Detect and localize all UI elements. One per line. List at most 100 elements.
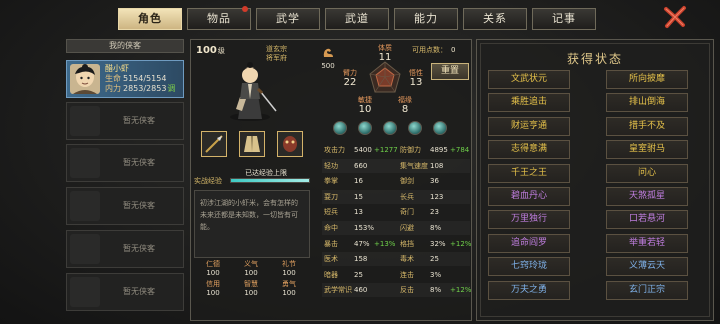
state-badge[interactable]: 乘胜追击 [488, 93, 570, 113]
state-badge[interactable]: 义薄云天 [606, 257, 688, 277]
stat-value: 4895 [430, 146, 448, 154]
character-level: 100级 [196, 45, 225, 56]
stat-value: 460 [354, 286, 368, 295]
attr-strength: 臂力 22 [343, 69, 357, 88]
state-badge[interactable]: 文武状元 [488, 70, 570, 89]
gem-socket-2[interactable] [358, 121, 372, 135]
empty-avatar [70, 234, 100, 264]
stat-value: 123 [430, 192, 444, 201]
attr-agility: 敏捷 10 [358, 96, 372, 115]
stat-row: 医术 158 毒术 25 [322, 252, 470, 267]
virtue-4: 智慧 100 [244, 280, 258, 297]
stat-label: 攻击力 [324, 146, 345, 154]
tab-1[interactable]: 物品 [187, 6, 251, 30]
stat-label: 长兵 [400, 192, 414, 201]
stat-row: 拳掌 16 御剑 36 [322, 174, 470, 188]
virtue-2: 礼节 100 [282, 260, 296, 277]
close-icon[interactable] [663, 5, 687, 29]
stat-row: 暴击 47% +13% 格挡 32% +12% [322, 237, 472, 251]
stat-value: 108 [430, 161, 444, 170]
stat-value: 16 [354, 177, 363, 186]
state-badge[interactable]: 排山倒海 [606, 93, 688, 113]
stat-value: 15 [354, 192, 363, 201]
stat-bonus: +13% [374, 239, 396, 248]
tab-0[interactable]: 角色 [118, 8, 182, 30]
stat-value: 8% [430, 286, 442, 295]
tab-6[interactable]: 记事 [532, 8, 596, 30]
stat-label: 医术 [324, 255, 338, 264]
tab-3[interactable]: 武道 [325, 8, 389, 30]
mask-icon [283, 136, 297, 152]
tab-5[interactable]: 关系 [463, 8, 527, 30]
stat-row: 暗器 25 连击 3% [322, 268, 470, 282]
robe-icon [244, 136, 260, 152]
hero-slot-empty[interactable]: 暂无侠客 [66, 230, 184, 268]
attr-comprehension: 悟性 13 [409, 69, 423, 88]
accessory-slot[interactable] [277, 131, 303, 157]
stat-bonus: +12% [450, 239, 472, 248]
character-screen: 角色 物品 武学 武道 能力 关系 记事 我的侠客 醋小虾 生命 5154/5154 内力 28… [0, 0, 720, 324]
stat-row: 轻功 660 集气速度 108 [322, 158, 470, 173]
hero-slot-empty[interactable]: 暂无侠客 [66, 144, 184, 182]
state-badge[interactable]: 碧血丹心 [488, 187, 570, 206]
exp-max-label: 已达经验上限 [245, 169, 287, 177]
attr-fortune: 福缘 8 [398, 96, 412, 115]
gem-socket-4[interactable] [408, 121, 422, 135]
gem-socket-3[interactable] [383, 121, 397, 135]
state-badge[interactable]: 志得意满 [488, 140, 570, 160]
state-badge[interactable]: 财运亨通 [488, 116, 570, 136]
stat-label: 拳掌 [324, 177, 338, 186]
weapon-slot[interactable] [201, 131, 227, 157]
stat-label: 耍刀 [324, 192, 338, 201]
state-badge[interactable]: 口若悬河 [606, 210, 688, 230]
exp-label: 实战经验 [194, 177, 222, 185]
stat-label: 短兵 [324, 208, 338, 217]
my-heroes-header: 我的侠客 [66, 39, 184, 53]
state-badge[interactable]: 所向披靡 [606, 70, 688, 89]
stat-value: 36 [430, 177, 439, 186]
state-badge[interactable]: 玄门正宗 [606, 280, 688, 300]
state-badge[interactable]: 追命阎罗 [488, 233, 570, 253]
state-badge[interactable]: 天煞孤星 [606, 187, 688, 206]
states-title: 获得状态 [566, 52, 623, 66]
state-badge[interactable]: 措手不及 [606, 116, 688, 136]
state-badge[interactable]: 万里独行 [488, 210, 570, 230]
empty-avatar [70, 191, 100, 221]
empty-slot-label: 暂无侠客 [123, 158, 155, 167]
state-badge[interactable]: 七窍玲珑 [488, 257, 570, 277]
empty-slot-label: 暂无侠客 [123, 201, 155, 210]
state-badge[interactable]: 问心 [606, 163, 688, 183]
state-badge[interactable]: 皇室驸马 [606, 140, 688, 160]
stat-label: 毒术 [400, 255, 414, 264]
state-badge[interactable]: 千王之王 [488, 163, 570, 183]
stat-bonus: +12% [450, 286, 472, 295]
empty-avatar [70, 106, 100, 136]
virtue-1: 义气 100 [244, 260, 258, 277]
hero-slot-empty[interactable]: 暂无侠客 [66, 273, 184, 311]
state-badge[interactable]: 举重若轻 [606, 233, 688, 253]
state-badge[interactable]: 万夫之勇 [488, 280, 570, 300]
armor-slot[interactable] [239, 131, 265, 157]
tab-4[interactable]: 能力 [394, 8, 458, 30]
stat-value: 13 [354, 208, 363, 217]
stat-value: 153% [354, 224, 375, 232]
character-portrait [230, 62, 277, 121]
stat-value: 5400 [354, 146, 372, 154]
stat-label: 集气速度 [400, 161, 428, 170]
stat-value: 32% [430, 239, 446, 248]
character-bio: 初涉江湖的小虾米，会有怎样的未来还都是未知数，一切皆有可能。 [194, 190, 310, 258]
hero-slot-empty[interactable]: 暂无侠客 [66, 187, 184, 225]
reset-button[interactable]: 重置 [431, 63, 469, 80]
stat-row: 攻击力 5400 +1277 防御力 4895 +784 [322, 143, 470, 157]
stat-label: 御剑 [400, 177, 414, 186]
hero-slot-selected[interactable]: 醋小虾 生命 5154/5154 内力 2853/2853调 [66, 60, 184, 98]
stat-label: 奇门 [400, 208, 414, 217]
tab-2[interactable]: 武学 [256, 8, 320, 30]
gem-socket-5[interactable] [433, 121, 447, 135]
muscle-icon [323, 48, 333, 57]
stat-value: 25 [430, 255, 439, 264]
stat-label: 暗器 [324, 270, 338, 279]
hero-slot-empty[interactable]: 暂无侠客 [66, 102, 184, 140]
gem-socket-1[interactable] [333, 121, 347, 135]
empty-slot-label: 暂无侠客 [123, 116, 155, 125]
